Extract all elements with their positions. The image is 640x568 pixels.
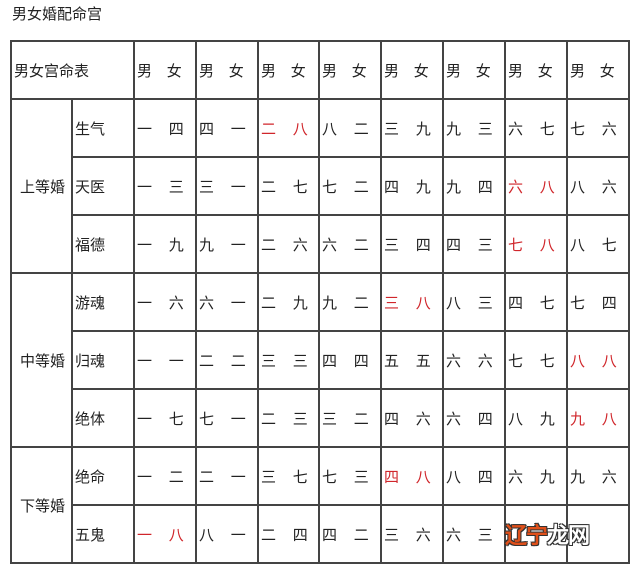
pair-cell-highlighted: 九 八: [566, 388, 631, 448]
pair-cell: 八 一: [195, 504, 260, 564]
pair-cell: 六 二: [318, 214, 383, 274]
column-header: 男 女: [133, 40, 198, 100]
pair-cell: 三 四: [380, 214, 445, 274]
pair-cell-highlighted: 七 八: [504, 214, 569, 274]
table-row: 下等婚 绝命一 二二 一三 七七 三四 八八 四六 九九 六: [10, 446, 631, 564]
column-header: 男 女: [566, 40, 631, 100]
pair-cell: 六 七: [504, 98, 569, 158]
pair-cell: 七 七: [504, 330, 569, 390]
pair-cell: 四 一: [195, 98, 260, 158]
pair-cell: 四 九: [380, 156, 445, 216]
pair-cell: 一 三: [133, 156, 198, 216]
pair-cell: 三 一: [195, 156, 260, 216]
pair-cell: 八 九: [504, 388, 569, 448]
palace-name: 生气: [70, 98, 136, 158]
pair-cell: 二 九: [257, 272, 321, 332]
pair-cell: 七 一: [195, 388, 260, 448]
pair-cell: 五 五: [380, 330, 445, 390]
pair-cell: 三 九: [380, 98, 445, 158]
pair-cell: 二 七: [257, 156, 321, 216]
table-row: 绝体一 七七 一二 三三 二四 六六 四八 九九 八: [11, 388, 631, 448]
palace-name: 绝体: [70, 388, 136, 448]
column-header: 男 女: [257, 40, 321, 100]
pair-cell: 一 二: [133, 446, 198, 506]
column-header: 男 女: [442, 40, 507, 100]
pair-cell: 九 六: [566, 446, 631, 506]
pair-cell-highlighted: 二 八: [257, 98, 321, 158]
column-header: 男 女: [195, 40, 260, 100]
pair-cell: 七 二: [318, 156, 383, 216]
pair-cell: 七 六: [566, 98, 631, 158]
pair-cell-highlighted: 一 八: [133, 504, 198, 564]
pair-cell: 八 二: [318, 98, 383, 158]
palace-name: 绝命: [70, 446, 136, 506]
table-row: 上等婚 生气一 四四 一二 八八 二三 九九 三六 七七 六: [10, 98, 631, 274]
pair-cell-highlighted: 三 八: [380, 272, 445, 332]
pair-cell: 七 三: [318, 446, 383, 506]
pair-cell: 三 二: [318, 388, 383, 448]
watermark-logo: 辽宁龙网: [505, 518, 590, 550]
pair-cell-highlighted: 四 八: [380, 446, 445, 506]
pair-cell: 八 六: [566, 156, 631, 216]
palace-name: 游魂: [70, 272, 136, 332]
group-label: 中等婚: [10, 272, 73, 448]
pair-cell: 一 一: [133, 330, 198, 390]
pair-cell: 一 九: [133, 214, 198, 274]
pair-cell: 九 三: [442, 98, 507, 158]
palace-name: 五鬼: [70, 504, 136, 564]
pair-cell: 一 六: [133, 272, 198, 332]
watermark-part-2: 龙网: [547, 524, 590, 549]
group-label: 上等婚: [10, 98, 73, 274]
pair-cell: 九 一: [195, 214, 260, 274]
pair-cell: 四 六: [380, 388, 445, 448]
pair-cell: 六 三: [442, 504, 507, 564]
pair-cell: 四 二: [318, 504, 383, 564]
pair-cell: 六 六: [442, 330, 507, 390]
pair-cell: 六 四: [442, 388, 507, 448]
corner-label: 男女宫命表: [9, 40, 136, 100]
pair-cell: 二 六: [257, 214, 321, 274]
pair-cell: 二 二: [195, 330, 260, 390]
pair-cell: 八 四: [442, 446, 507, 506]
palace-table: 男女宫命表 男 女 男 女 男 女 男 女 男 女 男 女 男 女 男 女 上等…: [9, 40, 631, 564]
pair-cell: 二 一: [195, 446, 260, 506]
pair-cell: 四 三: [442, 214, 507, 274]
palace-name: 归魂: [70, 330, 136, 390]
table-row: 中等婚 游魂一 六六 一二 九九 二三 八八 三四 七七 四: [10, 272, 631, 448]
pair-cell: 二 四: [257, 504, 321, 564]
palace-name: 福德: [70, 214, 136, 274]
pair-cell: 二 三: [257, 388, 321, 448]
column-header: 男 女: [504, 40, 569, 100]
pair-cell: 六 一: [195, 272, 260, 332]
pair-cell-highlighted: 六 八: [504, 156, 569, 216]
pair-cell: 六 九: [504, 446, 569, 506]
column-header: 男 女: [380, 40, 445, 100]
header-row: 男女宫命表 男 女 男 女 男 女 男 女 男 女 男 女 男 女 男 女: [9, 40, 631, 100]
pair-cell-highlighted: 八 八: [566, 330, 631, 390]
pair-cell: 三 七: [257, 446, 321, 506]
column-header: 男 女: [318, 40, 383, 100]
pair-cell: 一 七: [133, 388, 198, 448]
pair-cell: 八 七: [566, 214, 631, 274]
pair-cell: 七 四: [566, 272, 631, 332]
table-row: 归魂一 一二 二三 三四 四五 五六 六七 七八 八: [11, 330, 631, 390]
pair-cell: 四 七: [504, 272, 569, 332]
pair-cell: 九 二: [318, 272, 383, 332]
pair-cell: 三 三: [257, 330, 321, 390]
group-label: 下等婚: [10, 446, 73, 564]
pair-cell: 三 六: [380, 504, 445, 564]
pair-cell: 九 四: [442, 156, 507, 216]
table-row: 天医一 三三 一二 七七 二四 九九 四六 八八 六: [11, 156, 631, 216]
palace-name: 天医: [70, 156, 136, 216]
watermark-part-1: 辽宁: [505, 524, 548, 549]
page-title: 男女婚配命宫: [12, 5, 103, 23]
pair-cell: 八 三: [442, 272, 507, 332]
table-row: 福德一 九九 一二 六六 二三 四四 三七 八八 七: [11, 214, 631, 274]
pair-cell: 四 四: [318, 330, 383, 390]
pair-cell: 一 四: [133, 98, 198, 158]
